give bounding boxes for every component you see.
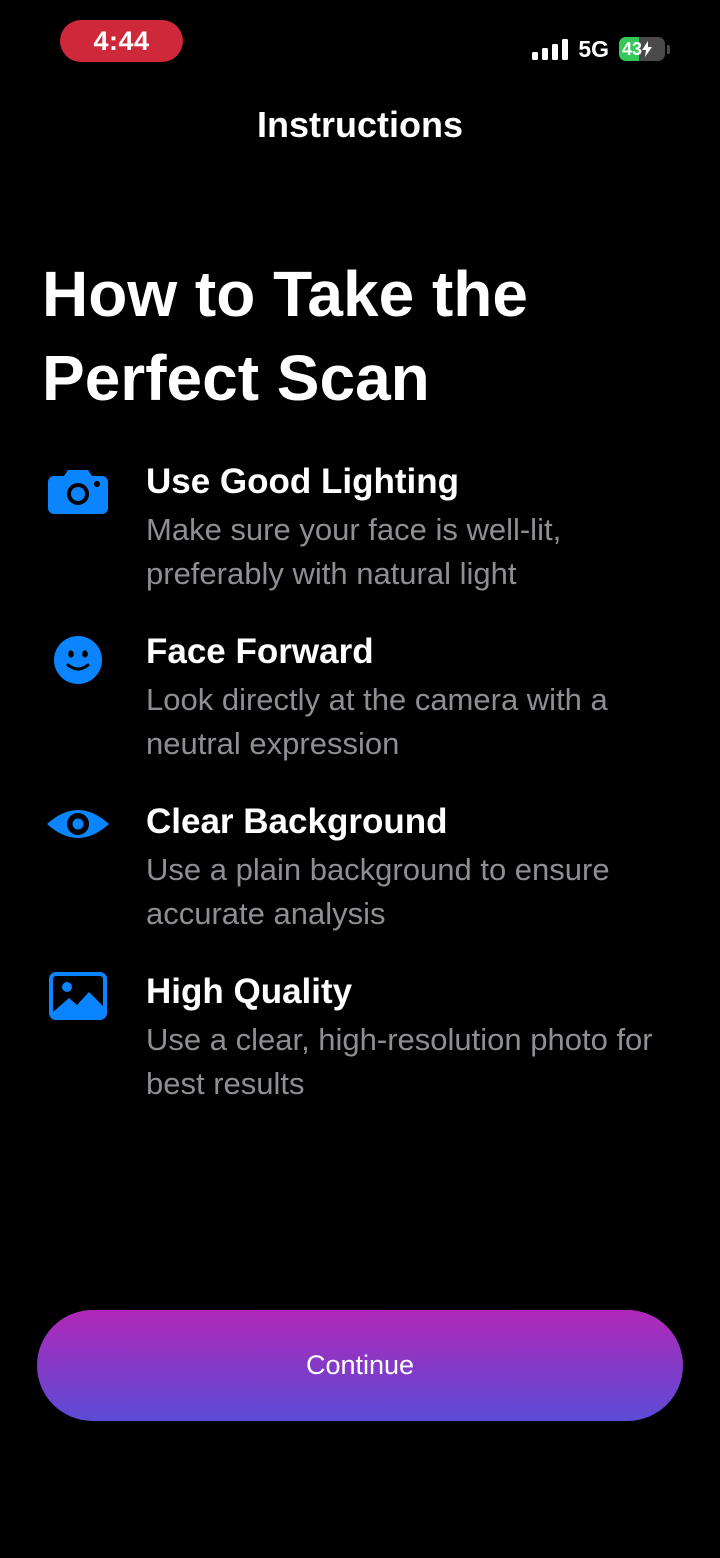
instruction-title: Use Good Lighting <box>146 462 460 501</box>
instruction-item-background: Clear Background Use a plain background … <box>0 800 720 950</box>
battery-icon: 43 <box>619 37 665 61</box>
camera-icon <box>44 460 112 520</box>
status-indicators: 5G 43 <box>532 34 670 64</box>
page-title: How to Take the Perfect Scan <box>42 258 528 414</box>
photo-icon <box>44 966 112 1026</box>
battery-tip <box>667 44 670 54</box>
nav-title: Instructions <box>256 104 463 145</box>
instruction-description: Use a plain background to ensure accurat… <box>146 852 610 931</box>
battery-percent: 43 <box>622 38 643 59</box>
instruction-item-face-forward: Face Forward Look directly at the camera… <box>0 630 720 780</box>
cellular-signal-icon <box>532 38 569 60</box>
instructions-screen: 4:44 5G 43 Instructions How to Take the … <box>0 0 720 1558</box>
instruction-description: Use a clear, high-resolution photo for b… <box>146 1022 653 1101</box>
status-time-label: 4:44 <box>93 25 150 56</box>
instruction-description: Look directly at the camera with a neutr… <box>146 682 608 761</box>
charging-bolt-icon <box>642 41 653 57</box>
status-time: 4:44 <box>60 20 183 62</box>
smiley-face-icon <box>44 630 112 690</box>
instruction-item-lighting: Use Good Lighting Make sure your face is… <box>0 460 720 610</box>
continue-button[interactable]: Continue <box>37 1310 683 1421</box>
eye-icon <box>44 794 112 854</box>
instruction-title: Face Forward <box>146 632 374 671</box>
instruction-title: High Quality <box>146 972 353 1011</box>
network-type: 5G <box>578 35 609 62</box>
instruction-description: Make sure your face is well-lit, prefera… <box>146 512 562 591</box>
instruction-title: Clear Background <box>146 802 448 841</box>
instruction-item-quality: High Quality Use a clear, high-resolutio… <box>0 970 720 1120</box>
